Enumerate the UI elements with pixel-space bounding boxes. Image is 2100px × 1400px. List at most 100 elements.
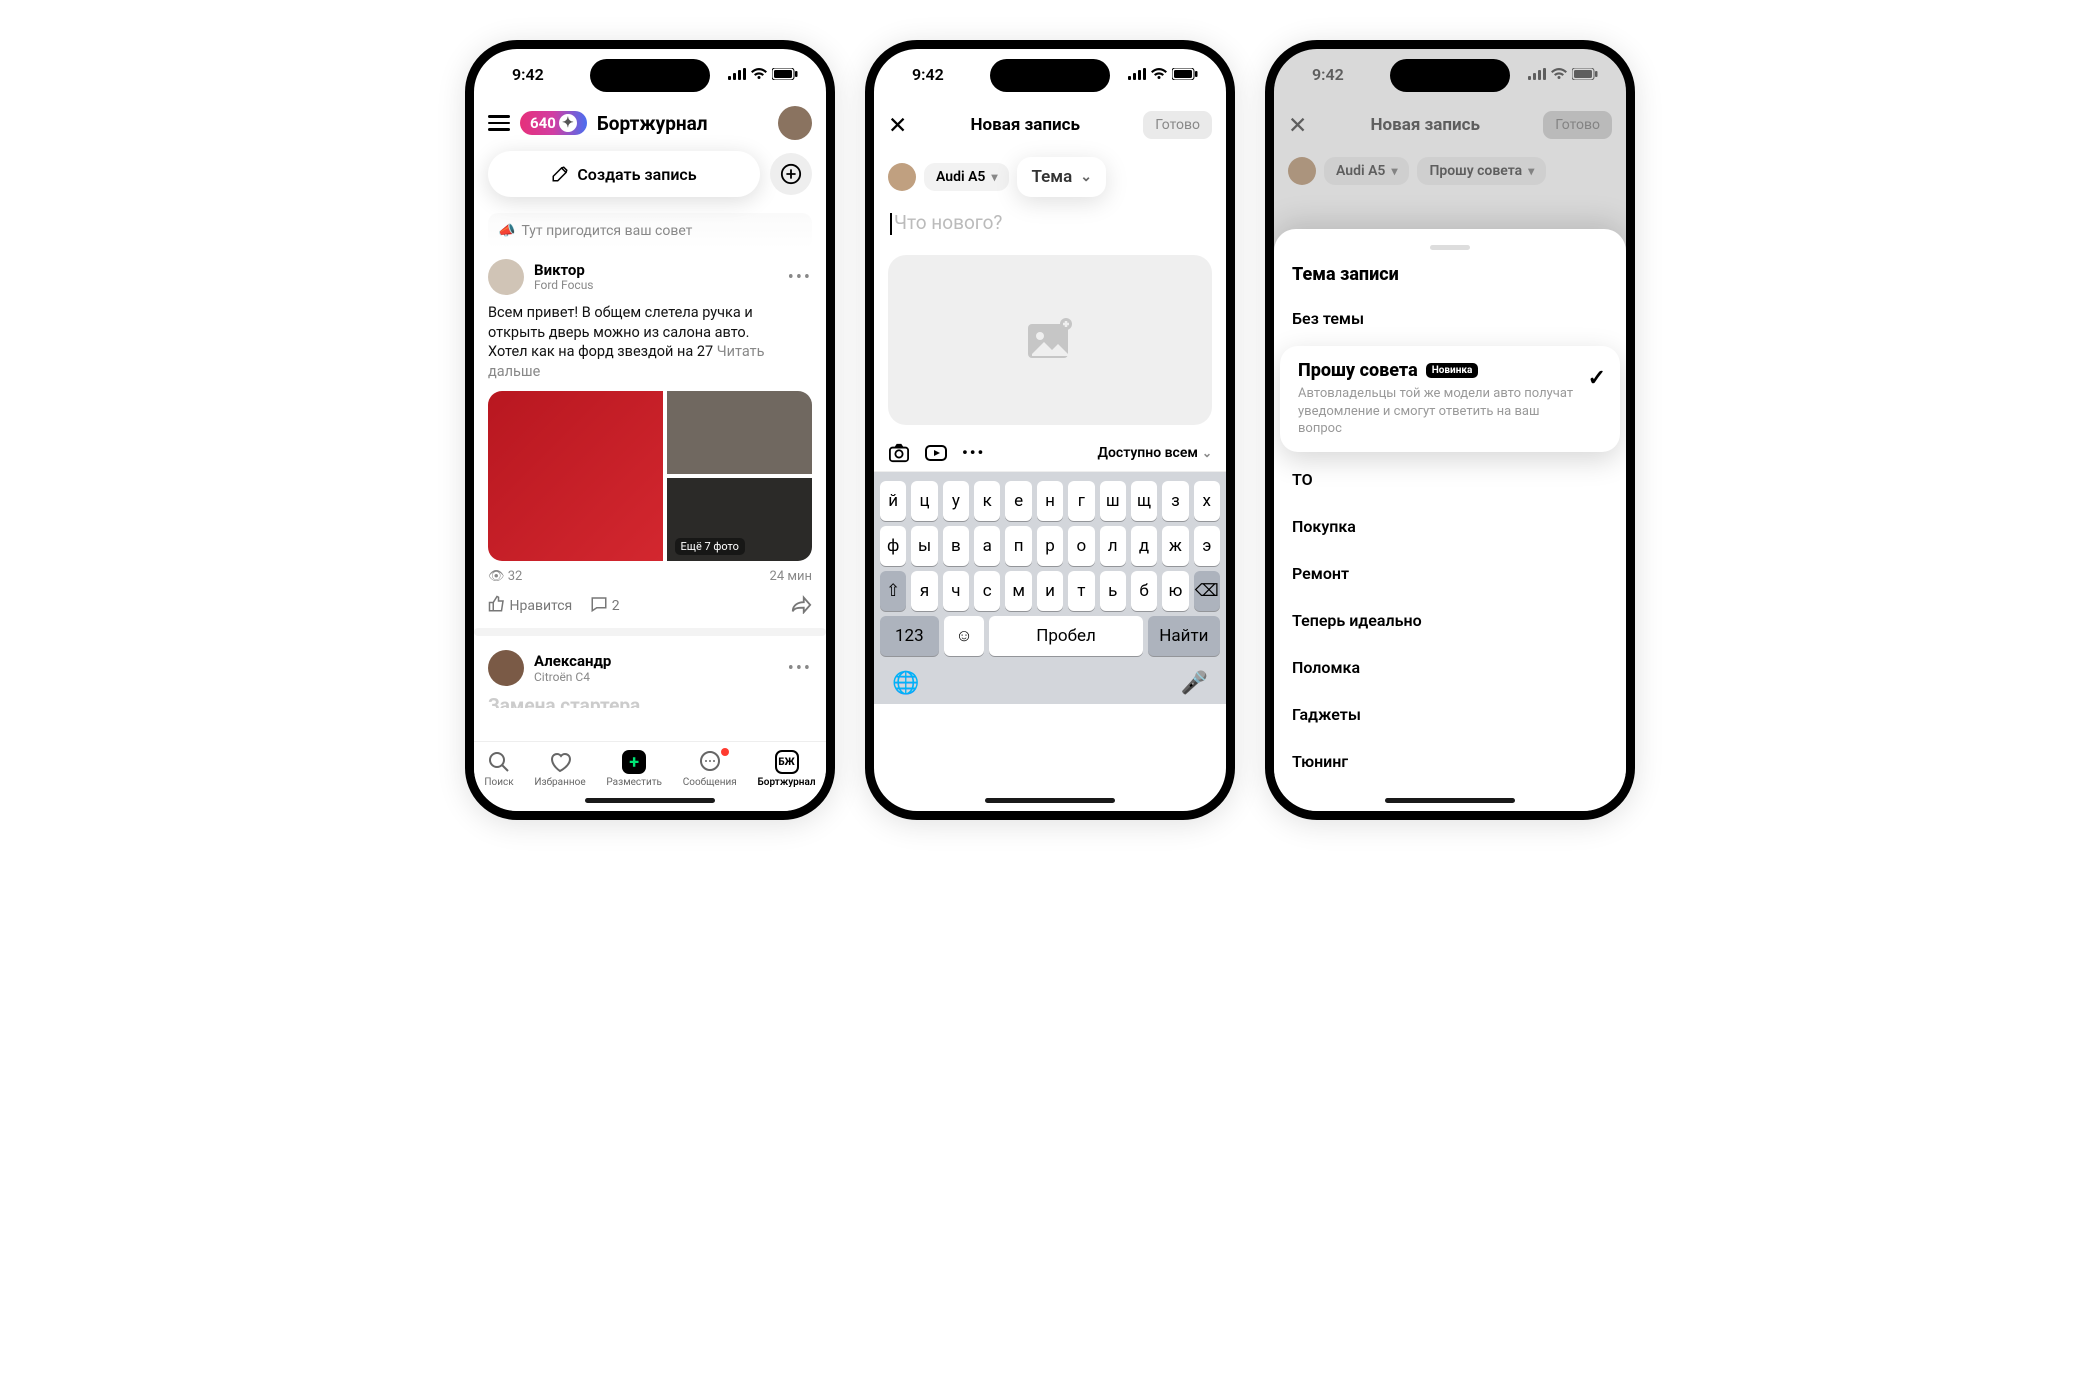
key-х[interactable]: х bbox=[1194, 481, 1220, 521]
create-post-button[interactable]: Создать запись bbox=[488, 151, 760, 197]
key-ж[interactable]: ж bbox=[1162, 526, 1188, 566]
author-name[interactable]: Виктор bbox=[534, 262, 594, 279]
mic-key[interactable]: 🎤 bbox=[1181, 671, 1208, 696]
backspace-key[interactable]: ⌫ bbox=[1194, 571, 1220, 611]
emoji-key[interactable]: ☺ bbox=[944, 616, 985, 656]
points-count: 640 bbox=[530, 114, 556, 132]
key-о[interactable]: о bbox=[1068, 526, 1094, 566]
key-ы[interactable]: ы bbox=[911, 526, 937, 566]
key-р[interactable]: р bbox=[1037, 526, 1063, 566]
post-image-3[interactable]: Ещё 7 фото bbox=[667, 478, 812, 561]
topic-selector[interactable]: Тема ⌄ bbox=[1017, 157, 1106, 197]
close-button[interactable]: ✕ bbox=[888, 112, 907, 139]
menu-icon[interactable] bbox=[488, 115, 510, 131]
key-ч[interactable]: ч bbox=[943, 571, 969, 611]
topic-option[interactable]: ТО bbox=[1274, 456, 1626, 503]
more-button[interactable]: ••• bbox=[962, 443, 985, 462]
author-avatar[interactable] bbox=[488, 259, 524, 295]
keyboard-bottom-row: 🌐 🎤 bbox=[878, 661, 1222, 698]
search-key[interactable]: Найти bbox=[1148, 616, 1220, 656]
image-uploader[interactable] bbox=[888, 255, 1212, 425]
hint-text: Тут пригодится ваш совет bbox=[521, 223, 692, 239]
author-name[interactable]: Александр bbox=[534, 653, 611, 670]
video-button[interactable] bbox=[924, 444, 948, 462]
key-й[interactable]: й bbox=[880, 481, 906, 521]
shift-key[interactable]: ⇧ bbox=[880, 571, 906, 611]
keyboard-row-2: фывапролджэ bbox=[880, 526, 1220, 566]
key-у[interactable]: у bbox=[943, 481, 969, 521]
topic-option[interactable]: Гаджеты bbox=[1274, 691, 1626, 738]
post-image-2[interactable] bbox=[667, 391, 812, 474]
post-actions: Нравится 2 bbox=[488, 594, 812, 614]
advice-hint-banner[interactable]: 📣 Тут пригодится ваш совет bbox=[488, 213, 812, 249]
author-avatar[interactable] bbox=[488, 650, 524, 686]
key-г[interactable]: г bbox=[1068, 481, 1094, 521]
key-б[interactable]: б bbox=[1131, 571, 1157, 611]
nav-logbook[interactable]: БЖ Бортжурнал bbox=[758, 750, 816, 788]
home-indicator bbox=[985, 798, 1115, 803]
comments-button[interactable]: 2 bbox=[590, 595, 619, 614]
chat-icon bbox=[698, 750, 722, 774]
key-д[interactable]: д bbox=[1131, 526, 1157, 566]
camera-button[interactable] bbox=[888, 443, 910, 463]
compose-textarea[interactable]: Что нового? bbox=[874, 197, 1226, 249]
key-я[interactable]: я bbox=[911, 571, 937, 611]
points-badge[interactable]: 640 ✦ bbox=[520, 111, 587, 135]
key-т[interactable]: т bbox=[1068, 571, 1094, 611]
nav-favorites[interactable]: Избранное bbox=[534, 750, 585, 788]
nav-label: Поиск bbox=[484, 777, 513, 788]
key-е[interactable]: е bbox=[1005, 481, 1031, 521]
topic-option[interactable]: Без темы bbox=[1274, 295, 1626, 342]
post-body: Всем привет! В общем слетела ручка и отк… bbox=[488, 303, 812, 381]
key-л[interactable]: л bbox=[1100, 526, 1126, 566]
globe-key[interactable]: 🌐 bbox=[892, 671, 919, 696]
key-ь[interactable]: ь bbox=[1100, 571, 1126, 611]
share-button[interactable] bbox=[790, 594, 812, 614]
key-п[interactable]: п bbox=[1005, 526, 1031, 566]
key-и[interactable]: и bbox=[1037, 571, 1063, 611]
key-к[interactable]: к bbox=[974, 481, 1000, 521]
topic-option[interactable]: Тюнинг bbox=[1274, 738, 1626, 785]
nav-search[interactable]: Поиск bbox=[484, 750, 513, 788]
key-с[interactable]: с bbox=[974, 571, 1000, 611]
num-key[interactable]: 123 bbox=[880, 616, 939, 656]
visibility-selector[interactable]: Доступно всем ⌄ bbox=[1098, 445, 1212, 461]
topic-option[interactable]: Покупка bbox=[1274, 503, 1626, 550]
post-image-1[interactable] bbox=[488, 391, 663, 561]
topic-option[interactable]: Поломка bbox=[1274, 644, 1626, 691]
topic-option-selected[interactable]: Прошу совета Новинка Автовладельцы той ж… bbox=[1280, 346, 1620, 452]
battery-icon bbox=[772, 68, 798, 80]
megaphone-icon: 📣 bbox=[498, 223, 515, 239]
key-ц[interactable]: ц bbox=[911, 481, 937, 521]
key-щ[interactable]: щ bbox=[1131, 481, 1157, 521]
sheet-handle[interactable] bbox=[1430, 245, 1470, 250]
user-avatar[interactable] bbox=[888, 163, 916, 191]
key-ю[interactable]: ю bbox=[1162, 571, 1188, 611]
key-ш[interactable]: ш bbox=[1100, 481, 1126, 521]
key-н[interactable]: н bbox=[1037, 481, 1063, 521]
keyboard-row-3: ⇧ ячсмитьбю ⌫ bbox=[880, 571, 1220, 611]
post-menu-icon[interactable]: ••• bbox=[788, 658, 812, 679]
key-з[interactable]: з bbox=[1162, 481, 1188, 521]
post-menu-icon[interactable]: ••• bbox=[788, 267, 812, 288]
done-button[interactable]: Готово bbox=[1143, 111, 1212, 139]
like-button[interactable]: Нравится bbox=[488, 595, 572, 614]
heart-icon bbox=[548, 750, 572, 774]
check-icon: ✓ bbox=[1588, 366, 1606, 391]
nav-post[interactable]: + Разместить bbox=[606, 750, 662, 788]
post-images[interactable]: Ещё 7 фото bbox=[488, 391, 812, 561]
add-button[interactable] bbox=[770, 153, 812, 195]
topic-option[interactable]: Ремонт bbox=[1274, 550, 1626, 597]
key-м[interactable]: м bbox=[1005, 571, 1031, 611]
key-э[interactable]: э bbox=[1194, 526, 1220, 566]
key-а[interactable]: а bbox=[974, 526, 1000, 566]
key-ф[interactable]: ф bbox=[880, 526, 906, 566]
topic-option[interactable]: Теперь идеально bbox=[1274, 597, 1626, 644]
avatar[interactable] bbox=[778, 106, 812, 140]
car-selector[interactable]: Audi A5 ▾ bbox=[924, 163, 1009, 191]
space-key[interactable]: Пробел bbox=[989, 616, 1142, 656]
nav-messages[interactable]: Сообщения bbox=[683, 750, 737, 788]
phone-3-topic-sheet: 9:42 ✕ Новая запись Готово Audi A5 ▾ Про… bbox=[1265, 40, 1635, 820]
status-time: 9:42 bbox=[512, 65, 544, 84]
key-в[interactable]: в bbox=[943, 526, 969, 566]
